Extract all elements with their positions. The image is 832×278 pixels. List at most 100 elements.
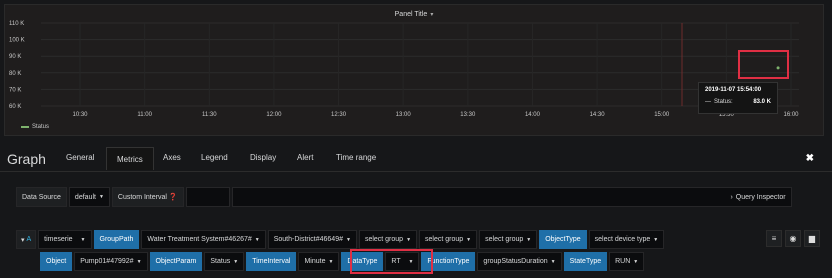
tooltip-time: 2019-11-07 15:54:00 [705, 87, 762, 93]
y-tick-label: 110 K [9, 21, 24, 27]
statetype-select[interactable]: RUN ▼ [609, 252, 645, 271]
group-value-1[interactable]: Water Treatment System#46267# [147, 236, 251, 243]
functiontype-select[interactable]: groupStatusDuration ▼ [477, 252, 562, 271]
query-actions: ≡ ◉ ▆ [766, 230, 820, 247]
functiontype-value[interactable]: groupStatusDuration [483, 258, 547, 265]
query-collapse-toggle[interactable]: ▾ A [16, 230, 37, 249]
query-letter[interactable]: A [26, 236, 31, 243]
timeinterval-value[interactable]: Minute [304, 258, 325, 265]
tab-legend[interactable]: Legend [201, 153, 228, 162]
x-tick-label: 13:30 [460, 112, 476, 118]
editor-title: Graph [7, 151, 46, 167]
custom-interval-input[interactable] [185, 187, 230, 207]
x-tick-label: 11:00 [137, 112, 152, 118]
caret-down-icon: ▼ [80, 236, 86, 243]
group-value-5[interactable]: select group [485, 236, 523, 243]
x-tick-label: 11:30 [202, 112, 217, 118]
group-select-4[interactable]: select group ▼ [419, 230, 478, 249]
object-value[interactable]: Pump01#47992# [80, 258, 133, 265]
close-icon[interactable]: ✖ [806, 153, 814, 164]
menu-icon[interactable]: ≡ [766, 230, 782, 247]
trash-icon[interactable]: ▆ [804, 230, 820, 247]
group-value-2[interactable]: South-District#46649# [274, 236, 343, 243]
collapse-icon[interactable]: ▾ [21, 236, 25, 244]
caret-down-icon: ▼ [136, 258, 142, 265]
grouppath-label: GroupPath [93, 230, 140, 249]
tab-time-range[interactable]: Time range [336, 153, 376, 162]
x-tick-label: 14:30 [590, 112, 606, 118]
datasource-value[interactable]: default [75, 194, 96, 201]
chart-area[interactable]: 110 K 100 K 90 K 80 K 70 K 60 K 10:30 11:00 11:… [5, 5, 823, 135]
caret-down-icon: ▼ [345, 236, 351, 243]
caret-down-icon: ▼ [633, 258, 639, 265]
tooltip-series-value: 83.0 K [753, 99, 771, 105]
y-tick-label: 80 K [9, 71, 21, 77]
group-select-5[interactable]: select group ▼ [479, 230, 538, 249]
x-tick-label: 15:00 [654, 112, 670, 118]
x-axis: 10:30 11:00 11:30 12:00 12:30 13:00 13:30 14:00… [72, 112, 799, 118]
caret-down-icon: ▼ [406, 236, 412, 243]
group-select-3[interactable]: select group ▼ [358, 230, 418, 249]
objecttype-value[interactable]: select device type [595, 236, 651, 243]
query-inspector-button[interactable]: › Query Inspector [231, 187, 792, 207]
highlight-box-datapoint [738, 50, 789, 79]
query-inspector-label[interactable]: Query Inspector [736, 194, 786, 201]
caret-down-icon: ▼ [233, 258, 239, 265]
group-select-2[interactable]: South-District#46649# ▼ [267, 230, 357, 249]
objectparam-value[interactable]: Status [210, 258, 230, 265]
x-tick-label: 16:00 [783, 112, 799, 118]
chart-grid [41, 22, 799, 107]
tab-alert[interactable]: Alert [297, 153, 313, 162]
tab-general[interactable]: General [66, 153, 94, 162]
group-value-3[interactable]: select group [365, 236, 403, 243]
timeinterval-select[interactable]: Minute ▼ [298, 252, 340, 271]
y-tick-label: 100 K [9, 38, 25, 44]
group-select-1[interactable]: Water Treatment System#46267# ▼ [141, 230, 266, 249]
tab-display[interactable]: Display [250, 153, 276, 162]
query-row-1: ▾ A timeserie ▼ GroupPath Water Treatment… [16, 230, 665, 249]
panel-editor-header: Graph General Metrics Axes Legend Displa… [0, 145, 832, 172]
x-tick-label: 14:00 [525, 112, 541, 118]
objectparam-select[interactable]: Status ▼ [204, 252, 245, 271]
help-icon[interactable]: ❓ [169, 193, 178, 201]
timeinterval-label: TimeInterval [246, 252, 297, 271]
caret-down-icon: ▼ [254, 236, 260, 243]
graph-tooltip: 2019-11-07 15:54:00 — Status: 83.0 K [698, 82, 778, 114]
y-tick-label: 90 K [9, 54, 21, 60]
y-tick-label: 70 K [9, 87, 21, 93]
chart-legend[interactable]: Status [21, 124, 49, 130]
datasource-row: Data Source default ▼ Custom Interval ❓ ›… [16, 187, 792, 207]
x-tick-label: 12:00 [266, 112, 282, 118]
tooltip-series-label: Status: [714, 99, 733, 105]
x-tick-label: 10:30 [72, 112, 88, 118]
legend-swatch [21, 126, 29, 128]
graph-panel: Panel Title ▾ 110 K 100 K 90 K 80 K 70 K 60 K … [4, 4, 824, 136]
group-value-4[interactable]: select group [425, 236, 463, 243]
query-type-value[interactable]: timeserie [44, 236, 72, 243]
objectparam-label: ObjectParam [149, 252, 203, 271]
statetype-label: StateType [563, 252, 608, 271]
tab-metrics[interactable]: Metrics [106, 147, 154, 170]
query-row-2: Object Pump01#47992# ▼ ObjectParam Status… [40, 252, 645, 271]
eye-icon[interactable]: ◉ [785, 230, 801, 247]
custom-interval-label: Custom Interval ❓ [111, 187, 184, 207]
datasource-select[interactable]: default ▼ [68, 187, 110, 207]
custom-interval-label-text: Custom Interval [117, 193, 167, 201]
x-tick-label: 13:00 [396, 112, 412, 118]
series-dash-icon: — [705, 99, 711, 105]
x-tick-label: 12:30 [331, 112, 347, 118]
caret-down-icon: ▼ [526, 236, 532, 243]
caret-down-icon: ▼ [653, 236, 659, 243]
caret-down-icon: ▼ [466, 236, 472, 243]
caret-down-icon: ▼ [328, 258, 334, 265]
object-label: Object [40, 252, 73, 271]
statetype-value[interactable]: RUN [615, 258, 630, 265]
highlight-box-datatype [350, 249, 433, 274]
chevron-right-icon: › [730, 193, 733, 201]
objecttype-label: ObjectType [539, 230, 587, 249]
query-type-select[interactable]: timeserie ▼ [38, 230, 92, 249]
legend-label-status[interactable]: Status [32, 124, 49, 130]
objecttype-select[interactable]: select device type ▼ [588, 230, 665, 249]
object-select[interactable]: Pump01#47992# ▼ [74, 252, 148, 271]
tab-axes[interactable]: Axes [163, 153, 181, 162]
